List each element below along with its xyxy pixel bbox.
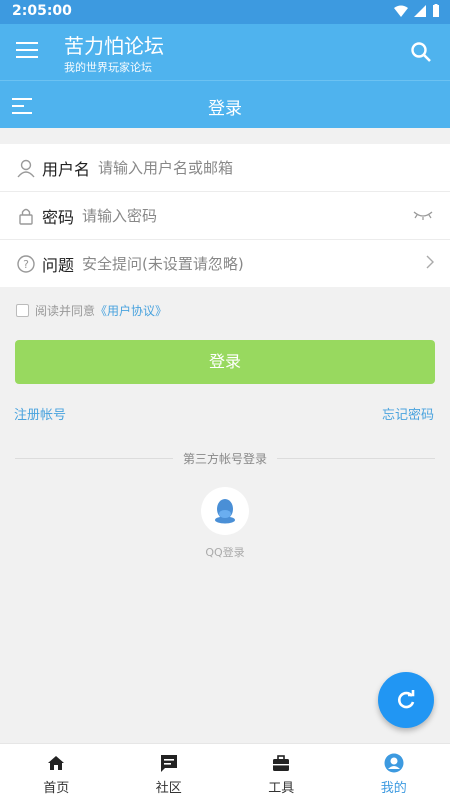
username-label: 用户名 <box>42 156 90 180</box>
third-party-label: 第三方帐号登录 <box>173 452 277 466</box>
app-title: 苦力怕论坛 <box>64 30 164 59</box>
user-agreement-link[interactable]: 《用户协议》 <box>95 302 167 319</box>
qq-login-button[interactable] <box>201 487 249 535</box>
nav-home-label: 首页 <box>0 777 113 796</box>
nav-tools-label: 工具 <box>225 777 338 796</box>
username-field[interactable]: 用户名 请输入用户名或邮箱 <box>0 144 450 192</box>
eye-closed-icon[interactable] <box>412 209 434 223</box>
lock-icon <box>16 206 36 226</box>
menu-icon[interactable] <box>16 42 38 62</box>
wifi-icon <box>394 5 408 17</box>
qq-icon <box>214 498 236 524</box>
question-field[interactable]: ? 问题 安全提问(未设置请忽略) <box>0 240 450 287</box>
user-icon <box>16 158 36 178</box>
nav-mine-label: 我的 <box>338 777 450 796</box>
nav-mine[interactable]: 我的 <box>338 744 450 801</box>
third-party-section: 第三方帐号登录 <box>0 450 450 467</box>
username-placeholder: 请输入用户名或邮箱 <box>98 157 233 178</box>
account-icon <box>384 753 404 773</box>
password-placeholder: 请输入密码 <box>82 205 157 226</box>
question-placeholder: 安全提问(未设置请忽略) <box>82 253 244 274</box>
agree-text: 阅读并同意 <box>35 302 95 319</box>
password-field[interactable]: 密码 请输入密码 <box>0 192 450 240</box>
app-subtitle: 我的世界玩家论坛 <box>64 59 152 75</box>
nav-community[interactable]: 社区 <box>113 744 226 801</box>
chat-icon <box>159 753 179 773</box>
toolbox-icon <box>271 753 291 773</box>
svg-text:?: ? <box>23 258 29 271</box>
question-label: 问题 <box>42 252 74 276</box>
refresh-fab[interactable] <box>378 672 434 728</box>
agreement: 阅读并同意 《用户协议》 <box>16 302 167 319</box>
login-header-title: 登录 <box>0 94 450 119</box>
question-icon: ? <box>16 254 36 274</box>
register-link[interactable]: 注册帐号 <box>14 404 66 423</box>
agree-checkbox[interactable] <box>16 304 29 317</box>
login-form: 用户名 请输入用户名或邮箱 密码 请输入密码 ? 问题 安全提问(未设置请忽略) <box>0 144 450 287</box>
refresh-icon <box>394 688 418 712</box>
qq-login-label: QQ登录 <box>0 544 450 560</box>
app-bar: 苦力怕论坛 我的世界玩家论坛 <box>0 24 450 80</box>
nav-tools[interactable]: 工具 <box>225 744 338 801</box>
login-button[interactable]: 登录 <box>15 340 435 384</box>
chevron-right-icon <box>426 255 434 269</box>
status-bar: 2:05:00 <box>0 0 450 24</box>
nav-community-label: 社区 <box>113 777 226 796</box>
password-label: 密码 <box>42 204 74 228</box>
bottom-navigation: 首页 社区 工具 我的 <box>0 743 450 801</box>
forgot-password-link[interactable]: 忘记密码 <box>382 404 434 423</box>
home-icon <box>46 753 66 773</box>
search-icon[interactable] <box>410 41 432 63</box>
signal-icon <box>414 5 426 17</box>
status-time: 2:05:00 <box>12 3 72 19</box>
login-header: 登录 <box>0 80 450 128</box>
nav-home[interactable]: 首页 <box>0 744 113 801</box>
battery-icon <box>432 4 440 18</box>
